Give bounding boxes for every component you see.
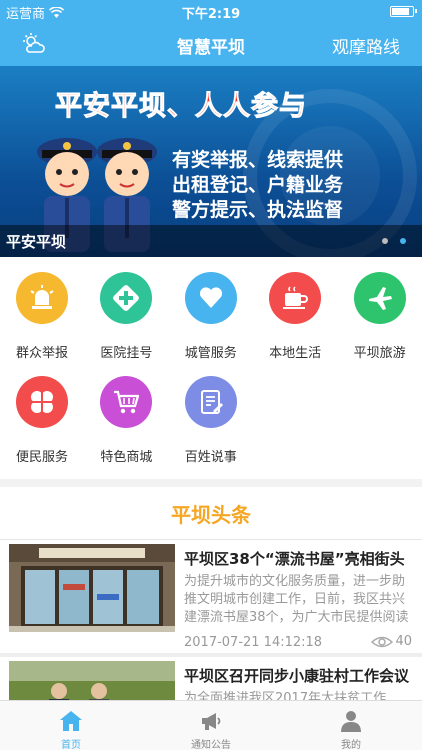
service-item[interactable]: 城管服务 [169, 257, 253, 361]
alarm-light-icon [16, 272, 68, 324]
news-title: 平坝区召开同步小康驻村工作会议 [184, 667, 410, 685]
tab-label: 首页 [61, 740, 81, 750]
tour-route-link[interactable]: 观摩路线 [332, 33, 400, 58]
news-summary: 为提升城市的文化服务质量，进一步助推文明城市创建工作，日前，我区共兴建漂流书屋3… [184, 574, 409, 625]
service-item[interactable]: 群众举报 [0, 257, 84, 361]
airplane-icon [353, 272, 406, 324]
service-item[interactable]: 平坝旅游 [338, 257, 422, 361]
user-icon [341, 711, 361, 732]
tab-profile[interactable]: 我的 [311, 701, 391, 750]
service-item[interactable]: 便民服务 [0, 361, 84, 465]
news-thumbnail [9, 544, 175, 632]
banner-lines: 有奖举报、线索提供 出租登记、户籍业务 警方提示、执法监督 [172, 148, 343, 223]
tab-label: 我的 [341, 740, 361, 750]
battery-icon [390, 6, 417, 17]
banner-caption-bar: 平安平坝 [0, 225, 422, 257]
news-item[interactable]: 平坝区38个“漂流书屋”亮相街头 为提升城市的文化服务质量，进一步助推文明城市创… [0, 540, 422, 660]
section-title: 平坝头条 [171, 503, 251, 527]
tab-notices[interactable]: 通知公告 [171, 701, 251, 750]
clover-icon [16, 376, 68, 428]
carousel-dot[interactable] [382, 238, 388, 244]
coffee-cup-icon [269, 272, 322, 324]
status-bar: 运营商 下午2:19 [0, 0, 422, 22]
news-title: 平坝区38个“漂流书屋”亮相街头 [184, 550, 405, 568]
home-icon [60, 711, 82, 731]
eye-icon [371, 636, 394, 647]
banner-carousel[interactable]: 平安平坝、人人参与 有奖举报、线索提供 出租登记、户籍业务 警方提示、执法监督 … [0, 66, 422, 257]
service-item[interactable]: 医院挂号 [84, 257, 168, 361]
carousel-dot[interactable] [400, 238, 406, 244]
nav-bar: 智慧平坝 观摩路线 [0, 22, 422, 66]
note-edit-icon [184, 376, 237, 428]
news-views: 40 [371, 634, 412, 649]
megaphone-icon [202, 713, 221, 730]
status-time: 下午2:19 [181, 7, 241, 22]
tab-bar: 首页 通知公告 我的 [0, 700, 422, 750]
medical-cross-icon [100, 272, 153, 324]
service-grid: 群众举报 医院挂号 城管服务 本地生活 平坝旅游便民服务 特色商城 百姓说事 [0, 257, 422, 479]
banner-caption: 平安平坝 [6, 233, 67, 251]
service-label: 医院挂号 [100, 346, 153, 361]
service-label: 群众举报 [15, 346, 68, 361]
banner-line: 出租登记、户籍业务 [172, 174, 344, 196]
battery-fill [392, 8, 409, 15]
service-label: 特色商城 [100, 450, 153, 465]
banner-line: 警方提示、执法监督 [172, 199, 344, 221]
tab-home[interactable]: 首页 [31, 701, 111, 750]
carousel-dots[interactable] [382, 238, 406, 244]
banner-line: 有奖举报、线索提供 [172, 149, 344, 171]
news-time: 2017-07-21 14:12:18 [184, 635, 323, 650]
tab-label: 通知公告 [191, 740, 231, 750]
shopping-cart-icon [100, 376, 153, 428]
heart-icon [184, 272, 237, 324]
service-label: 百姓说事 [184, 450, 237, 465]
service-item[interactable]: 特色商城 [84, 361, 168, 465]
service-label: 城管服务 [184, 346, 237, 361]
service-label: 平坝旅游 [353, 346, 406, 361]
service-label: 便民服务 [15, 450, 68, 465]
service-item[interactable]: 本地生活 [253, 257, 337, 361]
service-label: 本地生活 [269, 346, 322, 361]
service-item[interactable]: 百姓说事 [169, 361, 253, 465]
banner-headline: 平安平坝、人人参与 [55, 91, 307, 123]
views-count: 40 [395, 634, 412, 649]
